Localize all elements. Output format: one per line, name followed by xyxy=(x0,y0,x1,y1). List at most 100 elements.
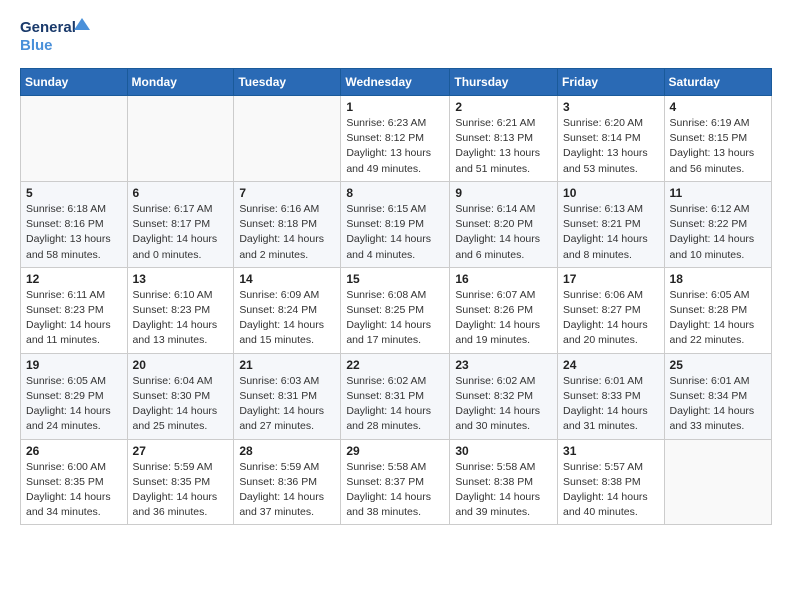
day-info: Sunrise: 6:16 AM Sunset: 8:18 PM Dayligh… xyxy=(239,202,335,263)
logo-svg: General Blue xyxy=(20,16,90,58)
calendar-cell: 18Sunrise: 6:05 AM Sunset: 8:28 PM Dayli… xyxy=(664,267,771,353)
day-info: Sunrise: 6:00 AM Sunset: 8:35 PM Dayligh… xyxy=(26,460,122,521)
calendar-cell: 30 Sunrise: 5:58 AM Sunset: 8:38 PM Dayli… xyxy=(450,439,558,525)
day-info: Sunrise: 6:21 AM Sunset: 8:13 PM Dayligh… xyxy=(455,116,552,177)
day-number: 24 xyxy=(563,358,659,372)
day-info: Sunrise: 6:06 AM Sunset: 8:27 PM Dayligh… xyxy=(563,288,659,349)
day-number: 21 xyxy=(239,358,335,372)
calendar-cell: 13 Sunrise: 6:10 AM Sunset: 8:23 PM Dayli… xyxy=(127,267,234,353)
page: General Blue SundayMondayTuesdayWednesda… xyxy=(0,0,792,612)
calendar-cell: 19 Sunrise: 6:05 AM Sunset: 8:29 PM Dayli… xyxy=(21,353,128,439)
calendar-cell: 3 Sunrise: 6:20 AM Sunset: 8:14 PM Daylig… xyxy=(558,96,665,182)
calendar-cell xyxy=(234,96,341,182)
day-number: 10 xyxy=(563,186,659,200)
day-info: Sunrise: 6:05 AM Sunset: 8:29 PM Dayligh… xyxy=(26,374,122,435)
day-number: 11 xyxy=(670,186,766,200)
day-number: 19 xyxy=(26,358,122,372)
calendar-week-4: 19 Sunrise: 6:05 AM Sunset: 8:29 PM Dayli… xyxy=(21,353,772,439)
calendar-cell: 5 Sunrise: 6:18 AM Sunset: 8:16 PM Daylig… xyxy=(21,181,128,267)
calendar-cell: 4 Sunrise: 6:19 AM Sunset: 8:15 PM Daylig… xyxy=(664,96,771,182)
calendar-cell: 23Sunrise: 6:02 AM Sunset: 8:32 PM Dayli… xyxy=(450,353,558,439)
day-number: 20 xyxy=(133,358,229,372)
calendar-cell xyxy=(21,96,128,182)
day-info: Sunrise: 6:17 AM Sunset: 8:17 PM Dayligh… xyxy=(133,202,229,263)
calendar-cell: 2 Sunrise: 6:21 AM Sunset: 8:13 PM Daylig… xyxy=(450,96,558,182)
day-info: Sunrise: 6:19 AM Sunset: 8:15 PM Dayligh… xyxy=(670,116,766,177)
day-number: 8 xyxy=(346,186,444,200)
header-day-thursday: Thursday xyxy=(450,69,558,96)
calendar-cell: 25 Sunrise: 6:01 AM Sunset: 8:34 PM Dayli… xyxy=(664,353,771,439)
header-day-sunday: Sunday xyxy=(21,69,128,96)
calendar-cell: 7 Sunrise: 6:16 AM Sunset: 8:18 PM Daylig… xyxy=(234,181,341,267)
day-info: Sunrise: 5:58 AM Sunset: 8:38 PM Dayligh… xyxy=(455,460,552,521)
day-number: 25 xyxy=(670,358,766,372)
day-number: 4 xyxy=(670,100,766,114)
day-info: Sunrise: 6:13 AM Sunset: 8:21 PM Dayligh… xyxy=(563,202,659,263)
calendar-cell: 14Sunrise: 6:09 AM Sunset: 8:24 PM Dayli… xyxy=(234,267,341,353)
day-number: 28 xyxy=(239,444,335,458)
day-info: Sunrise: 6:01 AM Sunset: 8:33 PM Dayligh… xyxy=(563,374,659,435)
day-number: 27 xyxy=(133,444,229,458)
day-info: Sunrise: 5:57 AM Sunset: 8:38 PM Dayligh… xyxy=(563,460,659,521)
header-day-tuesday: Tuesday xyxy=(234,69,341,96)
day-info: Sunrise: 6:03 AM Sunset: 8:31 PM Dayligh… xyxy=(239,374,335,435)
calendar-cell: 26 Sunrise: 6:00 AM Sunset: 8:35 PM Dayli… xyxy=(21,439,128,525)
calendar-cell: 20 Sunrise: 6:04 AM Sunset: 8:30 PM Dayli… xyxy=(127,353,234,439)
calendar-cell: 22 Sunrise: 6:02 AM Sunset: 8:31 PM Dayli… xyxy=(341,353,450,439)
day-info: Sunrise: 6:02 AM Sunset: 8:31 PM Dayligh… xyxy=(346,374,444,435)
day-info: Sunrise: 6:15 AM Sunset: 8:19 PM Dayligh… xyxy=(346,202,444,263)
calendar-cell: 31Sunrise: 5:57 AM Sunset: 8:38 PM Dayli… xyxy=(558,439,665,525)
day-number: 5 xyxy=(26,186,122,200)
day-info: Sunrise: 6:02 AM Sunset: 8:32 PM Dayligh… xyxy=(455,374,552,435)
calendar-cell: 6Sunrise: 6:17 AM Sunset: 8:17 PM Daylig… xyxy=(127,181,234,267)
day-number: 1 xyxy=(346,100,444,114)
calendar-header-row: SundayMondayTuesdayWednesdayThursdayFrid… xyxy=(21,69,772,96)
header-day-friday: Friday xyxy=(558,69,665,96)
calendar-cell: 11 Sunrise: 6:12 AM Sunset: 8:22 PM Dayli… xyxy=(664,181,771,267)
calendar-cell: 10 Sunrise: 6:13 AM Sunset: 8:21 PM Dayli… xyxy=(558,181,665,267)
header-day-saturday: Saturday xyxy=(664,69,771,96)
day-number: 22 xyxy=(346,358,444,372)
calendar-table: SundayMondayTuesdayWednesdayThursdayFrid… xyxy=(20,68,772,525)
day-number: 29 xyxy=(346,444,444,458)
calendar-week-5: 26 Sunrise: 6:00 AM Sunset: 8:35 PM Dayli… xyxy=(21,439,772,525)
day-info: Sunrise: 6:18 AM Sunset: 8:16 PM Dayligh… xyxy=(26,202,122,263)
calendar-week-3: 12Sunrise: 6:11 AM Sunset: 8:23 PM Dayli… xyxy=(21,267,772,353)
day-number: 15 xyxy=(346,272,444,286)
day-info: Sunrise: 6:20 AM Sunset: 8:14 PM Dayligh… xyxy=(563,116,659,177)
header-day-monday: Monday xyxy=(127,69,234,96)
day-info: Sunrise: 6:14 AM Sunset: 8:20 PM Dayligh… xyxy=(455,202,552,263)
svg-text:General: General xyxy=(20,19,76,36)
day-info: Sunrise: 6:12 AM Sunset: 8:22 PM Dayligh… xyxy=(670,202,766,263)
calendar-cell: 9 Sunrise: 6:14 AM Sunset: 8:20 PM Daylig… xyxy=(450,181,558,267)
day-number: 26 xyxy=(26,444,122,458)
calendar-cell: 21 Sunrise: 6:03 AM Sunset: 8:31 PM Dayli… xyxy=(234,353,341,439)
day-info: Sunrise: 6:01 AM Sunset: 8:34 PM Dayligh… xyxy=(670,374,766,435)
calendar-cell xyxy=(127,96,234,182)
calendar-cell xyxy=(664,439,771,525)
day-number: 2 xyxy=(455,100,552,114)
day-number: 9 xyxy=(455,186,552,200)
calendar-cell: 16Sunrise: 6:07 AM Sunset: 8:26 PM Dayli… xyxy=(450,267,558,353)
day-number: 30 xyxy=(455,444,552,458)
calendar-cell: 8 Sunrise: 6:15 AM Sunset: 8:19 PM Daylig… xyxy=(341,181,450,267)
day-number: 7 xyxy=(239,186,335,200)
day-info: Sunrise: 6:04 AM Sunset: 8:30 PM Dayligh… xyxy=(133,374,229,435)
day-info: Sunrise: 5:59 AM Sunset: 8:36 PM Dayligh… xyxy=(239,460,335,521)
calendar-cell: 29Sunrise: 5:58 AM Sunset: 8:37 PM Dayli… xyxy=(341,439,450,525)
day-number: 13 xyxy=(133,272,229,286)
header: General Blue xyxy=(20,16,772,58)
day-info: Sunrise: 6:23 AM Sunset: 8:12 PM Dayligh… xyxy=(346,116,444,177)
day-number: 17 xyxy=(563,272,659,286)
day-number: 3 xyxy=(563,100,659,114)
day-number: 16 xyxy=(455,272,552,286)
day-info: Sunrise: 6:09 AM Sunset: 8:24 PM Dayligh… xyxy=(239,288,335,349)
logo: General Blue xyxy=(20,16,90,58)
calendar-cell: 17 Sunrise: 6:06 AM Sunset: 8:27 PM Dayli… xyxy=(558,267,665,353)
day-info: Sunrise: 6:10 AM Sunset: 8:23 PM Dayligh… xyxy=(133,288,229,349)
header-day-wednesday: Wednesday xyxy=(341,69,450,96)
day-info: Sunrise: 6:08 AM Sunset: 8:25 PM Dayligh… xyxy=(346,288,444,349)
calendar-cell: 24 Sunrise: 6:01 AM Sunset: 8:33 PM Dayli… xyxy=(558,353,665,439)
day-info: Sunrise: 6:11 AM Sunset: 8:23 PM Dayligh… xyxy=(26,288,122,349)
calendar-cell: 15 Sunrise: 6:08 AM Sunset: 8:25 PM Dayli… xyxy=(341,267,450,353)
